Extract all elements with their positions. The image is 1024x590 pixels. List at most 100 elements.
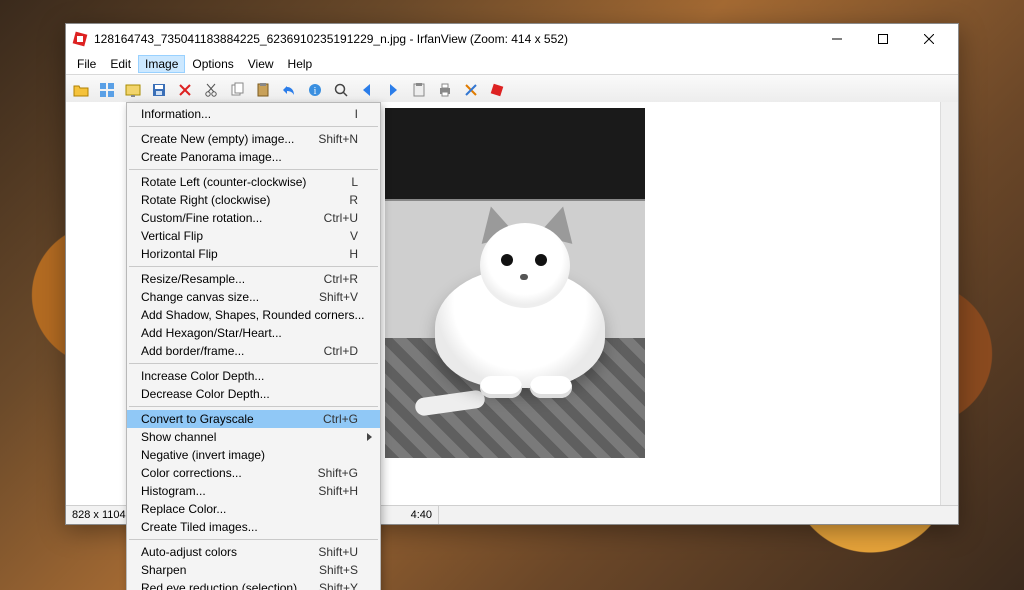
menu-item-shortcut: Ctrl+U xyxy=(324,211,358,225)
copy-icon[interactable] xyxy=(226,79,248,101)
menu-image[interactable]: Image xyxy=(138,55,185,73)
vertical-scrollbar[interactable] xyxy=(940,102,958,506)
menu-item-add-hexagon-star-heart[interactable]: Add Hexagon/Star/Heart... xyxy=(127,324,380,342)
menu-item-create-panorama-image[interactable]: Create Panorama image... xyxy=(127,148,380,166)
menu-item-label: Auto-adjust colors xyxy=(141,545,304,559)
menu-item-label: Horizontal Flip xyxy=(141,247,335,261)
menu-item-shortcut: R xyxy=(349,193,358,207)
menu-item-shortcut: Ctrl+R xyxy=(324,272,358,286)
menu-item-label: Change canvas size... xyxy=(141,290,305,304)
menu-options[interactable]: Options xyxy=(185,55,240,73)
displayed-image xyxy=(385,108,645,458)
menu-item-add-border-frame[interactable]: Add border/frame...Ctrl+D xyxy=(127,342,380,360)
menu-item-shortcut: Shift+Y xyxy=(319,581,358,590)
menu-item-label: Sharpen xyxy=(141,563,305,577)
menu-item-auto-adjust-colors[interactable]: Auto-adjust colors Shift+U xyxy=(127,543,380,561)
open-icon[interactable] xyxy=(70,79,92,101)
menu-item-color-corrections[interactable]: Color corrections...Shift+G xyxy=(127,464,380,482)
undo-icon[interactable] xyxy=(278,79,300,101)
menu-item-horizontal-flip[interactable]: Horizontal Flip H xyxy=(127,245,380,263)
menu-item-label: Add Shadow, Shapes, Rounded corners... xyxy=(141,308,364,322)
menu-item-red-eye-reduction-selection[interactable]: Red eye reduction (selection) Shift+Y xyxy=(127,579,380,590)
menu-item-shortcut: V xyxy=(350,229,358,243)
menubar: FileEditImageOptionsViewHelp xyxy=(66,54,958,75)
prev-icon[interactable] xyxy=(356,79,378,101)
menu-separator xyxy=(129,169,378,170)
menu-item-show-channel[interactable]: Show channel xyxy=(127,428,380,446)
thumbnails-icon[interactable] xyxy=(96,79,118,101)
menu-item-shortcut: L xyxy=(351,175,358,189)
menu-item-shortcut: Ctrl+G xyxy=(323,412,358,426)
menu-separator xyxy=(129,406,378,407)
app-window: 128164743_735041183884225_62369102351912… xyxy=(65,23,959,525)
settings-icon[interactable] xyxy=(460,79,482,101)
menu-item-change-canvas-size[interactable]: Change canvas size... Shift+V xyxy=(127,288,380,306)
menu-item-resize-resample[interactable]: Resize/Resample...Ctrl+R xyxy=(127,270,380,288)
menu-file[interactable]: File xyxy=(70,55,103,73)
menu-item-label: Information... xyxy=(141,107,341,121)
menu-item-add-shadow-shapes-rounded-corners[interactable]: Add Shadow, Shapes, Rounded corners... xyxy=(127,306,380,324)
menu-item-histogram[interactable]: Histogram... Shift+H xyxy=(127,482,380,500)
menu-item-shortcut: Shift+U xyxy=(318,545,358,559)
menu-item-convert-to-grayscale[interactable]: Convert to Grayscale Ctrl+G xyxy=(127,410,380,428)
menu-item-shortcut: Shift+H xyxy=(318,484,358,498)
menu-item-rotate-left-counter-clockwise[interactable]: Rotate Left (counter-clockwise)L xyxy=(127,173,380,191)
menu-item-label: Vertical Flip xyxy=(141,229,336,243)
menu-separator xyxy=(129,363,378,364)
menu-item-label: Negative (invert image) xyxy=(141,448,358,462)
menu-item-create-new-empty-image[interactable]: Create New (empty) image... Shift+N xyxy=(127,130,380,148)
menu-separator xyxy=(129,126,378,127)
print-icon[interactable] xyxy=(434,79,456,101)
menu-item-decrease-color-depth[interactable]: Decrease Color Depth... xyxy=(127,385,380,403)
menu-item-label: Red eye reduction (selection) xyxy=(141,581,305,590)
menu-item-custom-fine-rotation[interactable]: Custom/Fine rotation...Ctrl+U xyxy=(127,209,380,227)
menu-item-sharpen[interactable]: Sharpen Shift+S xyxy=(127,561,380,579)
menu-view[interactable]: View xyxy=(241,55,281,73)
menu-separator xyxy=(129,266,378,267)
menu-item-shortcut: Shift+V xyxy=(319,290,358,304)
menu-item-negative-invert-image[interactable]: Negative (invert image) xyxy=(127,446,380,464)
menu-item-shortcut: Shift+S xyxy=(319,563,358,577)
menu-item-shortcut: H xyxy=(349,247,358,261)
menu-item-shortcut: Shift+N xyxy=(318,132,358,146)
status-cell-4 xyxy=(439,506,958,524)
about-icon[interactable] xyxy=(486,79,508,101)
clipboard-icon[interactable] xyxy=(408,79,430,101)
menu-item-label: Replace Color... xyxy=(141,502,358,516)
menu-item-shortcut: Ctrl+D xyxy=(324,344,358,358)
menu-item-label: Create New (empty) image... xyxy=(141,132,304,146)
menu-item-replace-color[interactable]: Replace Color... xyxy=(127,500,380,518)
menu-item-vertical-flip[interactable]: Vertical Flip V xyxy=(127,227,380,245)
menu-item-label: Show channel xyxy=(141,430,358,444)
titlebar[interactable]: 128164743_735041183884225_62369102351912… xyxy=(66,24,958,54)
menu-item-label: Histogram... xyxy=(141,484,304,498)
menu-item-rotate-right-clockwise[interactable]: Rotate Right (clockwise)R xyxy=(127,191,380,209)
window-title: 128164743_735041183884225_62369102351912… xyxy=(94,32,814,46)
maximize-button[interactable] xyxy=(860,24,906,54)
save-icon[interactable] xyxy=(148,79,170,101)
zoom-in-icon[interactable] xyxy=(330,79,352,101)
menu-item-shortcut: Shift+G xyxy=(318,466,358,480)
menu-item-increase-color-depth[interactable]: Increase Color Depth... xyxy=(127,367,380,385)
delete-icon[interactable] xyxy=(174,79,196,101)
minimize-button[interactable] xyxy=(814,24,860,54)
content-area: Information... I Create New (empty) image.… xyxy=(66,102,958,506)
cut-icon[interactable] xyxy=(200,79,222,101)
slideshow-icon[interactable] xyxy=(122,79,144,101)
menu-item-shortcut: I xyxy=(355,107,358,121)
menu-item-label: Create Panorama image... xyxy=(141,150,358,164)
menu-item-create-tiled-images[interactable]: Create Tiled images... xyxy=(127,518,380,536)
menu-item-label: Decrease Color Depth... xyxy=(141,387,358,401)
image-viewport[interactable] xyxy=(385,108,645,458)
menu-item-label: Add Hexagon/Star/Heart... xyxy=(141,326,358,340)
close-button[interactable] xyxy=(906,24,952,54)
menu-item-label: Convert to Grayscale xyxy=(141,412,309,426)
paste-icon[interactable] xyxy=(252,79,274,101)
menu-help[interactable]: Help xyxy=(281,55,320,73)
menu-edit[interactable]: Edit xyxy=(103,55,138,73)
next-icon[interactable] xyxy=(382,79,404,101)
menu-item-information[interactable]: Information... I xyxy=(127,105,380,123)
info-icon[interactable]: i xyxy=(304,79,326,101)
menu-item-label: Increase Color Depth... xyxy=(141,369,358,383)
app-icon xyxy=(72,31,88,47)
